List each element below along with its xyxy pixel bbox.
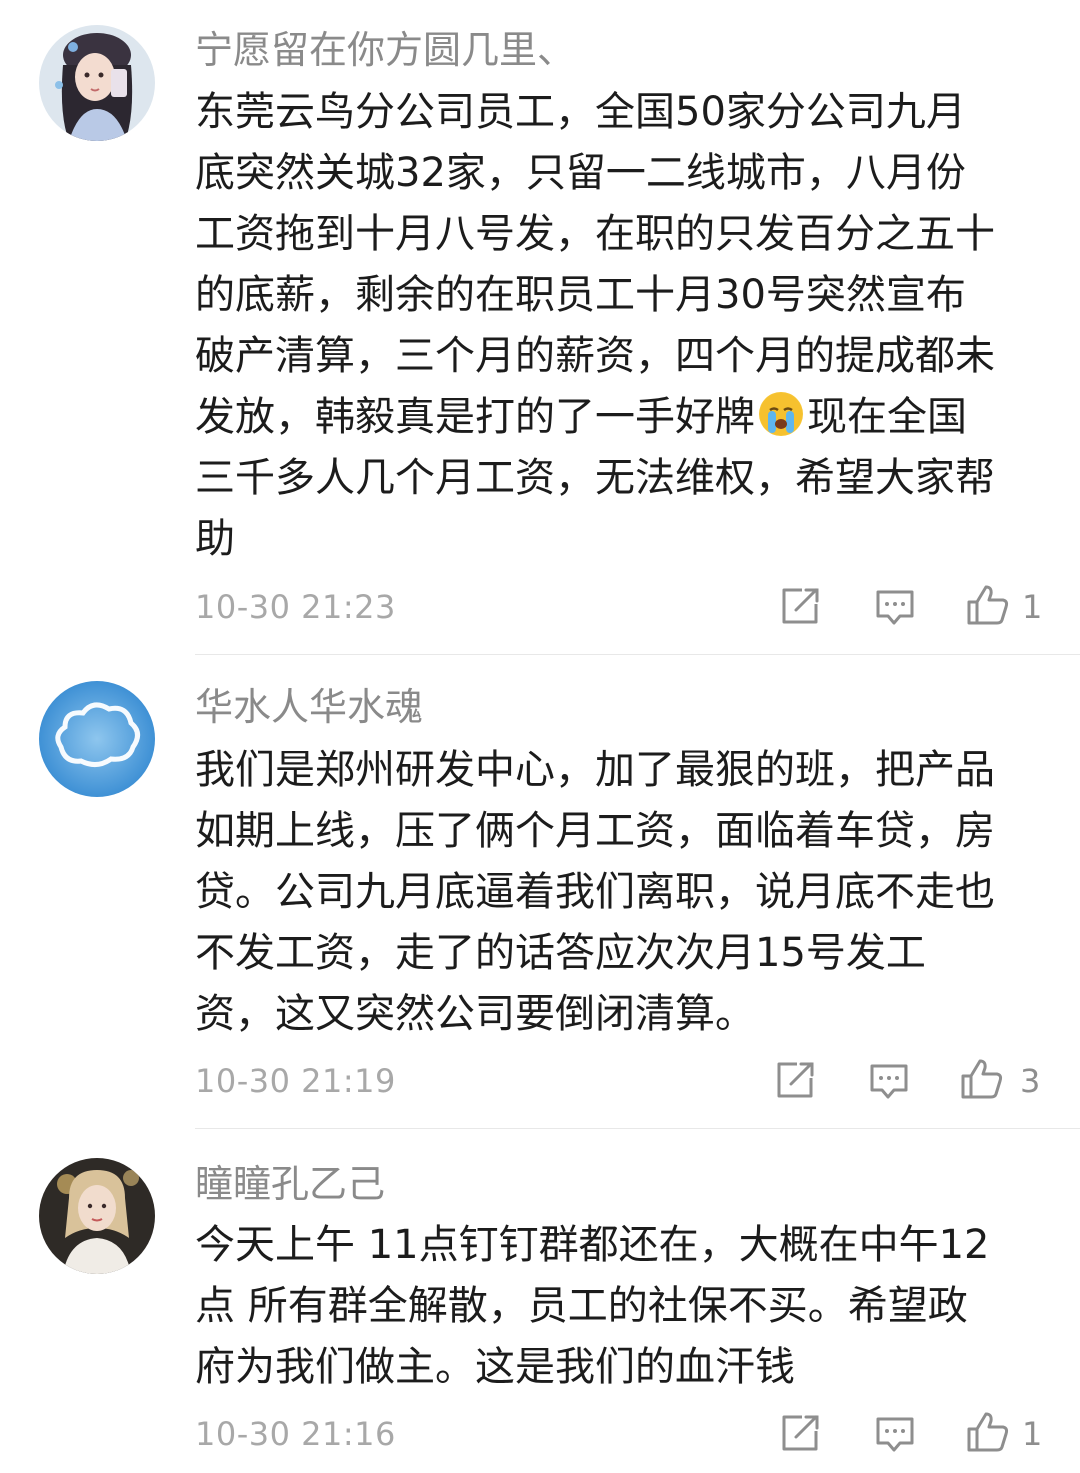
thumbs-up-icon: [967, 1412, 1009, 1452]
comment-line-segment: 现在全国: [807, 394, 967, 440]
username[interactable]: 华水人华水魂: [195, 685, 423, 729]
comment-line: 东莞云鸟分公司员工，全国50家分公司九月: [195, 89, 966, 135]
username[interactable]: 宁愿留在你方圆几里、: [195, 28, 575, 72]
comment-item: 宁愿留在你方圆几里、 东莞云鸟分公司员工，全国50家分公司九月 底突然关城32家…: [0, 0, 1080, 655]
comment-divider: [195, 1128, 1080, 1129]
like-button[interactable]: [960, 1058, 1004, 1100]
comment-line: 底突然关城32家，只留一二线城市，八月份: [195, 150, 966, 196]
like-button[interactable]: [966, 584, 1010, 626]
comment-line: 如期上线，压了俩个月工资，面临着车贷，房: [195, 808, 995, 854]
comment-line: 破产清算，三个月的薪资，四个月的提成都未: [195, 333, 995, 379]
username[interactable]: 瞳瞳孔乙己: [195, 1162, 385, 1206]
avatar[interactable]: [39, 681, 155, 797]
comment-item: 瞳瞳孔乙己 今天上午 11点钉钉群都还在，大概在中午12 点 所有群全解散，员工…: [0, 1130, 1080, 1473]
share-button[interactable]: [780, 1413, 822, 1453]
comment-line: 今天上午 11点钉钉群都还在，大概在中午12: [195, 1222, 990, 1268]
comment-timestamp: 10-30 21:16: [195, 1415, 396, 1453]
comment-line: 的底薪，剩余的在职员工十月30号突然宣布: [195, 272, 966, 318]
reply-button[interactable]: [868, 1062, 910, 1102]
comment-text: 东莞云鸟分公司员工，全国50家分公司九月 底突然关城32家，只留一二线城市，八月…: [195, 82, 1055, 570]
reply-icon: [870, 1064, 908, 1099]
share-icon: [782, 1415, 819, 1451]
comment-line: 不发工资，走了的话答应次次月15号发工: [195, 930, 926, 976]
thumbs-up-icon: [961, 1059, 1003, 1099]
comment-line: 资，这又突然公司要倒闭清算。: [195, 991, 755, 1037]
like-count: 1: [1022, 588, 1043, 626]
share-icon: [782, 588, 819, 624]
comment-line-segment: 发放，韩毅真是打的了一手好牌: [195, 394, 755, 440]
comment-line: 府为我们做主。这是我们的血汗钱: [195, 1344, 795, 1390]
like-button[interactable]: [966, 1411, 1010, 1453]
crying-face-icon: [759, 392, 803, 436]
reply-button[interactable]: [874, 588, 916, 628]
comment-line: 贷。公司九月底逼着我们离职，说月底不走也: [195, 869, 995, 915]
avatar[interactable]: [39, 1158, 155, 1274]
thumbs-up-icon: [967, 585, 1009, 625]
share-button[interactable]: [780, 586, 822, 626]
reply-icon: [876, 590, 914, 625]
comment-line: 发放，韩毅真是打的了一手好牌 现在全国: [195, 387, 1055, 448]
avatar-cloud-icon: [39, 681, 155, 797]
share-button[interactable]: [775, 1060, 817, 1100]
comment-line: 点 所有群全解散，员工的社保不买。希望政: [195, 1283, 968, 1329]
comment-item: 华水人华水魂 我们是郑州研发中心，加了最狠的班，把产品 如期上线，压了俩个月工资…: [0, 655, 1080, 1130]
comment-line: 助: [195, 516, 235, 562]
comment-timestamp: 10-30 21:19: [195, 1062, 396, 1100]
reply-button[interactable]: [874, 1415, 916, 1455]
comment-text: 我们是郑州研发中心，加了最狠的班，把产品 如期上线，压了俩个月工资，面临着车贷，…: [195, 740, 1055, 1045]
like-count: 1: [1022, 1415, 1043, 1453]
comment-text: 今天上午 11点钉钉群都还在，大概在中午12 点 所有群全解散，员工的社保不买。…: [195, 1215, 1055, 1398]
avatar-illustration-icon: [39, 25, 155, 141]
comment-line: 我们是郑州研发中心，加了最狠的班，把产品: [195, 747, 995, 793]
comment-line: 三千多人几个月工资，无法维权，希望大家帮: [195, 455, 995, 501]
avatar[interactable]: [39, 25, 155, 141]
like-count: 3: [1020, 1062, 1041, 1100]
comment-timestamp: 10-30 21:23: [195, 588, 396, 626]
reply-icon: [876, 1417, 914, 1452]
comment-line: 工资拖到十月八号发，在职的只发百分之五十: [195, 211, 995, 257]
share-icon: [777, 1062, 814, 1098]
avatar-photo-icon: [39, 1158, 155, 1274]
comment-list: 宁愿留在你方圆几里、 东莞云鸟分公司员工，全国50家分公司九月 底突然关城32家…: [0, 0, 1080, 1473]
